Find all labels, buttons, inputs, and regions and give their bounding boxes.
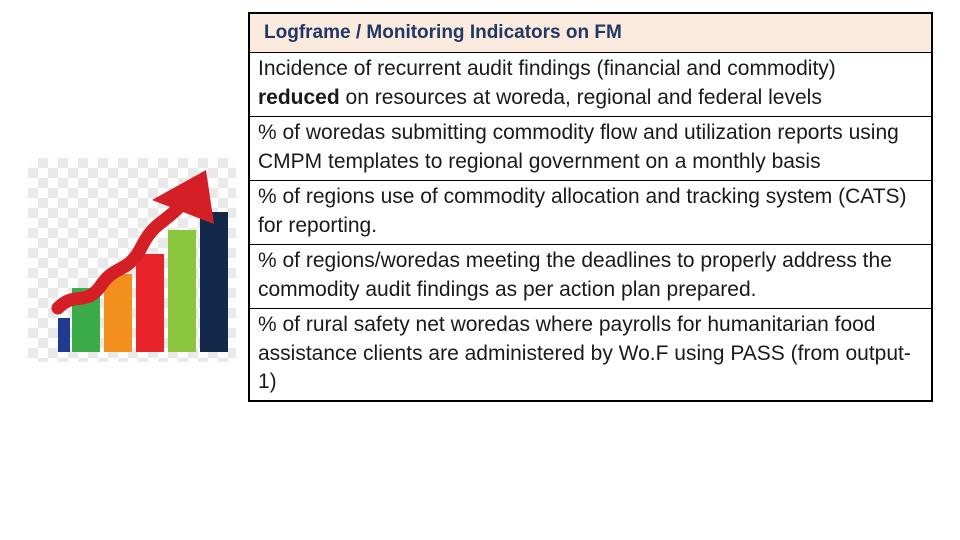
bar-4 [136, 254, 164, 352]
indicator-text-post: on resources at woreda, regional and fed… [339, 85, 822, 109]
indicator-text-pre: % of woredas submitting commodity flow a… [258, 120, 899, 173]
table-header-row: Logframe / Monitoring Indicators on FM [248, 12, 933, 53]
table-row: Incidence of recurrent audit findings (f… [248, 51, 933, 117]
table-header-cell: Logframe / Monitoring Indicators on FM [248, 12, 933, 53]
indicator-text-pre: % of regions/woredas meeting the deadlin… [258, 248, 892, 301]
growth-bar-chart-with-arrow-icon [28, 158, 236, 362]
indicator-cell-5: % of rural safety net woredas where payr… [248, 307, 933, 402]
indicator-cell-3: % of regions use of commodity allocation… [248, 179, 933, 245]
bar-1 [58, 318, 70, 352]
table-row: % of woredas submitting commodity flow a… [248, 115, 933, 181]
indicator-text-bold: reduced [258, 85, 340, 109]
indicator-text-pre: % of rural safety net woredas where payr… [258, 312, 911, 394]
indicator-text-pre: % of regions use of commodity allocation… [258, 184, 907, 237]
indicator-cell-2: % of woredas submitting commodity flow a… [248, 115, 933, 181]
indicator-text-pre: Incidence of recurrent audit findings (f… [258, 56, 836, 80]
slide-canvas: Logframe / Monitoring Indicators on FM I… [0, 0, 960, 540]
table-row: % of regions use of commodity allocation… [248, 179, 933, 245]
indicator-cell-1: Incidence of recurrent audit findings (f… [248, 51, 933, 117]
table-row: % of rural safety net woredas where payr… [248, 307, 933, 402]
table-row: % of regions/woredas meeting the deadlin… [248, 243, 933, 309]
chart-graphic [51, 170, 228, 352]
bar-5 [168, 230, 196, 352]
indicator-cell-4: % of regions/woredas meeting the deadlin… [248, 243, 933, 309]
bar-6 [200, 212, 228, 352]
logframe-indicators-table: Logframe / Monitoring Indicators on FM I… [248, 12, 933, 403]
